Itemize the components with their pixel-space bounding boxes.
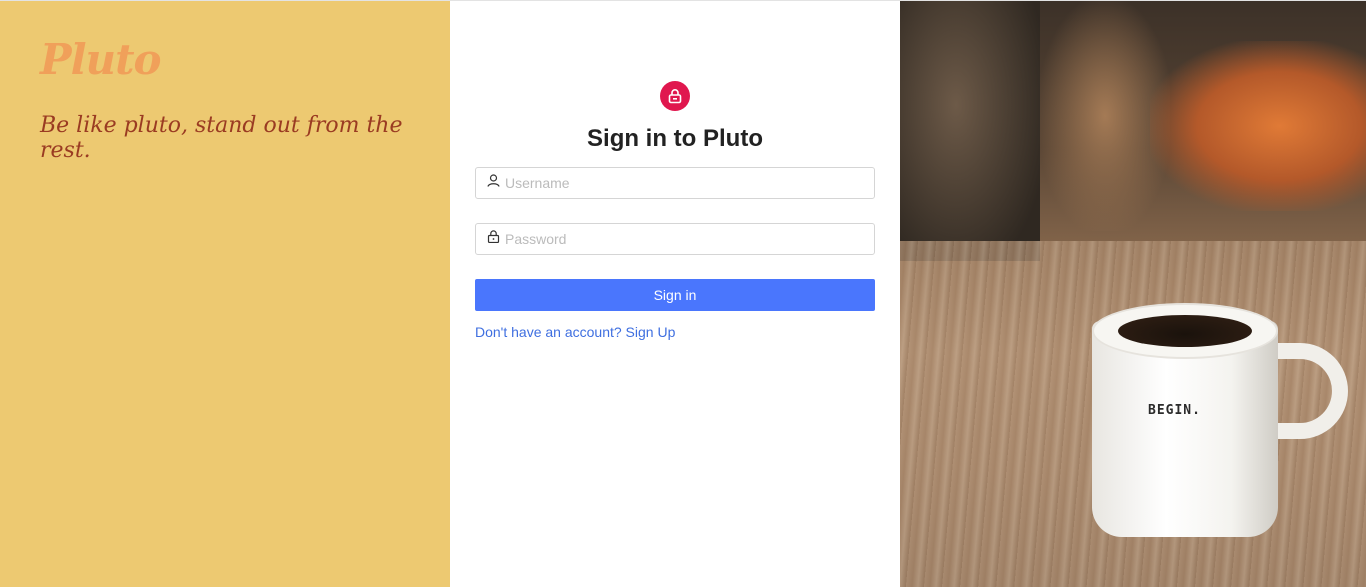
photo-background-shape <box>900 1 1040 261</box>
username-input[interactable] <box>505 169 874 197</box>
signin-form-panel: Sign in to Pluto Sign in Don't have <box>450 1 900 587</box>
brand-tagline: Be like pluto, stand out from the rest. <box>40 113 403 163</box>
login-page: Pluto Be like pluto, stand out from the … <box>0 0 1366 587</box>
signin-button[interactable]: Sign in <box>475 279 875 311</box>
signup-link[interactable]: Don't have an account? Sign Up <box>475 324 675 340</box>
mug-text: BEGIN. <box>1148 403 1201 418</box>
lock-icon <box>660 81 690 111</box>
form-title: Sign in to Pluto <box>587 125 763 152</box>
password-field[interactable] <box>475 223 875 255</box>
password-input[interactable] <box>505 225 874 253</box>
brand-title: Pluto <box>40 35 161 84</box>
lock-icon <box>487 230 500 248</box>
user-icon <box>487 174 500 192</box>
username-field[interactable] <box>475 167 875 199</box>
brand-panel: Pluto Be like pluto, stand out from the … <box>0 1 450 587</box>
mug-coffee <box>1118 315 1252 347</box>
coffee-mug: BEGIN. <box>1092 303 1348 539</box>
photo-background-shape <box>1150 41 1366 211</box>
hero-photo: BEGIN. <box>900 1 1366 587</box>
